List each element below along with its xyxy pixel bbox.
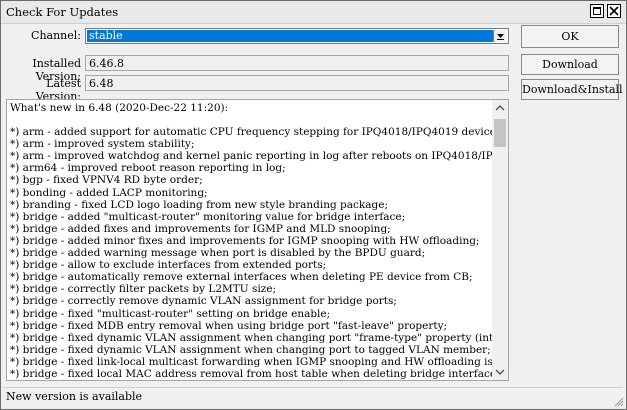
latest-version-field: 6.48	[85, 75, 509, 91]
release-note-line: *) arm64 - improved reboot reason report…	[10, 162, 286, 175]
check-for-updates-window: Check For Updates Channel: stable Instal…	[0, 0, 627, 410]
release-note-line: *) bridge - added fixes and improvements…	[10, 222, 391, 235]
release-note-line: *) bridge - added warning message when p…	[10, 247, 426, 260]
title-bar[interactable]: Check For Updates	[1, 1, 626, 24]
release-note-line: *) bridge - fixed link-local multicast f…	[10, 355, 509, 368]
channel-label: Channel:	[31, 29, 81, 42]
status-text: New version is available	[6, 390, 143, 403]
scroll-up-icon[interactable]	[495, 104, 505, 112]
download-install-button[interactable]: Download&Install	[521, 79, 623, 100]
release-note-line: *) bridge - allow to exclude interfaces …	[10, 259, 327, 272]
release-note-line: *) arm - added support for automatic CPU…	[10, 126, 505, 139]
release-note-line: *) bridge - fixed multicast table printi…	[10, 380, 490, 381]
release-note-line: *) bgp - fixed VPNV4 RD byte order;	[10, 174, 203, 187]
release-note-line: *) bridge - correctly remove dynamic VLA…	[10, 295, 397, 308]
ok-button[interactable]: OK	[521, 25, 619, 48]
release-notes-header: What's new in 6.48 (2020-Dec-22 11:20):	[10, 102, 229, 114]
release-note-line: *) bonding - added LACP monitoring;	[10, 186, 208, 199]
resize-grip-icon[interactable]	[614, 397, 624, 407]
release-note-line: *) bridge - fixed dynamic VLAN assignmen…	[10, 343, 491, 356]
maximize-icon[interactable]	[590, 4, 604, 18]
vertical-scrollbar[interactable]	[492, 100, 508, 380]
release-note-line: *) bridge - added "multicast-router" mon…	[10, 210, 406, 223]
release-note-line: *) arm - improved watchdog and kernel pa…	[10, 150, 508, 163]
status-bar: New version is available	[3, 387, 623, 405]
close-icon[interactable]	[607, 4, 621, 18]
scroll-down-icon[interactable]	[495, 368, 505, 376]
release-note-line: *) arm - improved system stability;	[10, 138, 195, 151]
dropdown-arrow-icon[interactable]	[493, 30, 507, 42]
release-note-line: *) bridge - fixed local MAC address remo…	[10, 367, 500, 380]
release-note-line: *) bridge - fixed "multicast-router" set…	[10, 307, 331, 320]
release-notes-lines: *) arm - added support for automatic CPU…	[10, 126, 509, 381]
scrollbar-thumb[interactable]	[494, 119, 506, 147]
channel-selected-value: stable	[87, 30, 495, 42]
window-title: Check For Updates	[6, 5, 119, 19]
release-note-line: *) branding - fixed LCD logo loading fro…	[10, 198, 388, 211]
release-notes[interactable]: What's new in 6.48 (2020-Dec-22 11:20): …	[6, 99, 509, 381]
channel-select[interactable]: stable	[85, 28, 509, 44]
release-note-line: *) bridge - added minor fixes and improv…	[10, 234, 480, 247]
release-note-line: *) bridge - fixed MDB entry removal when…	[10, 319, 448, 332]
release-note-line: *) bridge - correctly filter packets by …	[10, 283, 276, 296]
download-button[interactable]: Download	[521, 54, 619, 75]
release-note-line: *) bridge - automatically remove externa…	[10, 271, 473, 284]
installed-version-field: 6.46.8	[85, 55, 509, 71]
release-note-line: *) bridge - fixed dynamic VLAN assignmen…	[10, 331, 508, 344]
release-notes-text: What's new in 6.48 (2020-Dec-22 11:20): …	[10, 102, 509, 381]
